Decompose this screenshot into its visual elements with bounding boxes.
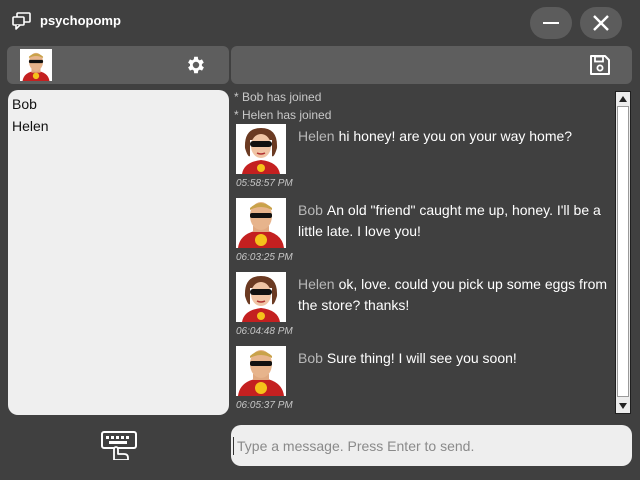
- user-list: Bob Helen: [8, 90, 229, 415]
- message-timestamp: 05:58:57 PM: [236, 178, 293, 189]
- close-icon: [593, 15, 609, 31]
- message-timestamp: 06:03:25 PM: [236, 252, 293, 263]
- scroll-up-arrow[interactable]: [616, 92, 630, 106]
- gear-icon[interactable]: [185, 54, 207, 76]
- minimize-button[interactable]: [530, 7, 572, 39]
- title-bar: psychopomp: [0, 0, 640, 44]
- chat-log: * Bob has joined * Helen has joined Hele…: [231, 88, 615, 416]
- chat-message: Helen hi honey! are you on your way home?…: [231, 124, 615, 198]
- message-text: ok, love. could you pick up some eggs fr…: [298, 276, 608, 313]
- chat-message: Bob An old "friend" caught me up, honey. …: [231, 198, 615, 272]
- sender-name: Bob: [298, 350, 323, 366]
- message-timestamp: 06:05:37 PM: [236, 400, 293, 411]
- user-list-item[interactable]: Helen: [12, 115, 225, 137]
- text-caret: [233, 437, 234, 455]
- floppy-disk-icon[interactable]: [588, 53, 612, 77]
- system-message: * Bob has joined: [234, 90, 322, 104]
- helen-avatar: [236, 124, 286, 174]
- close-button[interactable]: [580, 7, 622, 39]
- message-body: Helen ok, love. could you pick up some eg…: [298, 274, 610, 316]
- chat-bubbles-icon: [12, 12, 32, 30]
- message-input[interactable]: [231, 425, 632, 466]
- message-body: Helen hi honey! are you on your way home?: [298, 126, 610, 147]
- scroll-thumb[interactable]: [617, 106, 629, 397]
- app-title: psychopomp: [40, 13, 121, 28]
- bob-avatar: [236, 346, 286, 396]
- message-text: Sure thing! I will see you soon!: [326, 350, 517, 366]
- sender-name: Helen: [298, 128, 335, 144]
- minimize-icon: [543, 22, 559, 24]
- message-text: An old "friend" caught me up, honey. I'l…: [298, 202, 601, 239]
- chat-message: Helen ok, love. could you pick up some eg…: [231, 272, 615, 346]
- message-timestamp: 06:04:48 PM: [236, 326, 293, 337]
- helen-avatar: [236, 272, 286, 322]
- message-body: Bob An old "friend" caught me up, honey. …: [298, 200, 610, 242]
- chat-message: Bob Sure thing! I will see you soon! 06:0…: [231, 346, 615, 416]
- scroll-down-arrow[interactable]: [616, 399, 630, 413]
- message-body: Bob Sure thing! I will see you soon!: [298, 348, 610, 369]
- message-text: hi honey! are you on your way home?: [338, 128, 573, 144]
- chat-scrollbar[interactable]: [615, 91, 631, 414]
- system-message: * Helen has joined: [234, 108, 332, 122]
- user-list-item[interactable]: Bob: [12, 93, 225, 115]
- sender-name: Helen: [298, 276, 335, 292]
- bob-avatar: [236, 198, 286, 248]
- user-panel-header: [7, 46, 229, 84]
- sender-name: Bob: [298, 202, 323, 218]
- chat-header: [231, 46, 632, 84]
- keyboard-hand-icon[interactable]: [100, 430, 140, 461]
- current-user-avatar[interactable]: [20, 49, 52, 81]
